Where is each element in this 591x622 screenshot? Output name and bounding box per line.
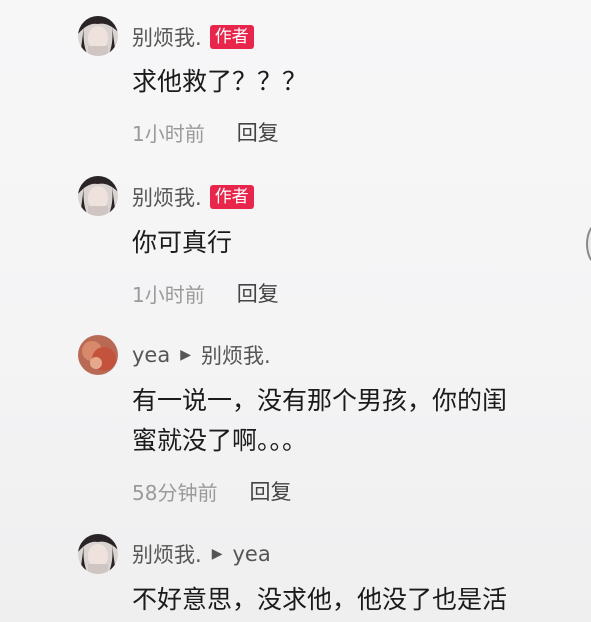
comment-time: 58分钟前	[132, 480, 218, 505]
reply-to-arrow-icon: ▶	[211, 546, 223, 562]
username[interactable]: 别烦我.	[132, 539, 202, 569]
reply-button[interactable]: 回复	[237, 278, 279, 308]
reply-to-arrow-icon: ▶	[180, 347, 191, 363]
avatar[interactable]	[78, 335, 118, 375]
comment-time: 1小时前	[132, 282, 205, 307]
comment-header: 别烦我. 作者	[132, 182, 254, 212]
comment-text: 求他救了？？？	[132, 67, 308, 96]
comment-time: 1小时前	[132, 121, 205, 146]
comment-footer: 58分钟前 回复	[132, 476, 291, 506]
reply-target-username[interactable]: yea	[232, 542, 270, 566]
author-badge: 作者	[209, 25, 254, 49]
reply-target-username[interactable]: 别烦我.	[201, 340, 271, 370]
avatar[interactable]	[78, 176, 118, 216]
comment-header: yea ▶ 别烦我.	[132, 340, 271, 370]
comment-text-line-2: 蜜就没了啊。。。	[132, 426, 308, 455]
username[interactable]: 别烦我.	[132, 182, 202, 212]
comment-text-line-1: 有一说一，没有那个男孩，你的闺	[132, 386, 508, 415]
comment-text: 不好意思，没求他，他没了也是活	[132, 585, 508, 614]
comment-thread: 别烦我. 作者 求他救了？？？ 1小时前 回复 别烦我. 作者 你可真行 1小时…	[0, 0, 591, 622]
comment-header: 别烦我. ▶ yea	[132, 539, 271, 569]
comment-header: 别烦我. 作者	[132, 22, 254, 52]
avatar[interactable]	[78, 534, 118, 574]
avatar[interactable]	[78, 16, 118, 56]
comment-footer: 1小时前 回复	[132, 117, 279, 147]
reply-button[interactable]: 回复	[237, 117, 279, 147]
username[interactable]: 别烦我.	[132, 22, 202, 52]
username[interactable]: yea	[132, 343, 170, 367]
comment-footer: 1小时前 回复	[132, 278, 279, 308]
reply-button[interactable]: 回复	[249, 476, 291, 506]
comment-text: 你可真行	[132, 228, 233, 257]
author-badge: 作者	[209, 185, 254, 209]
